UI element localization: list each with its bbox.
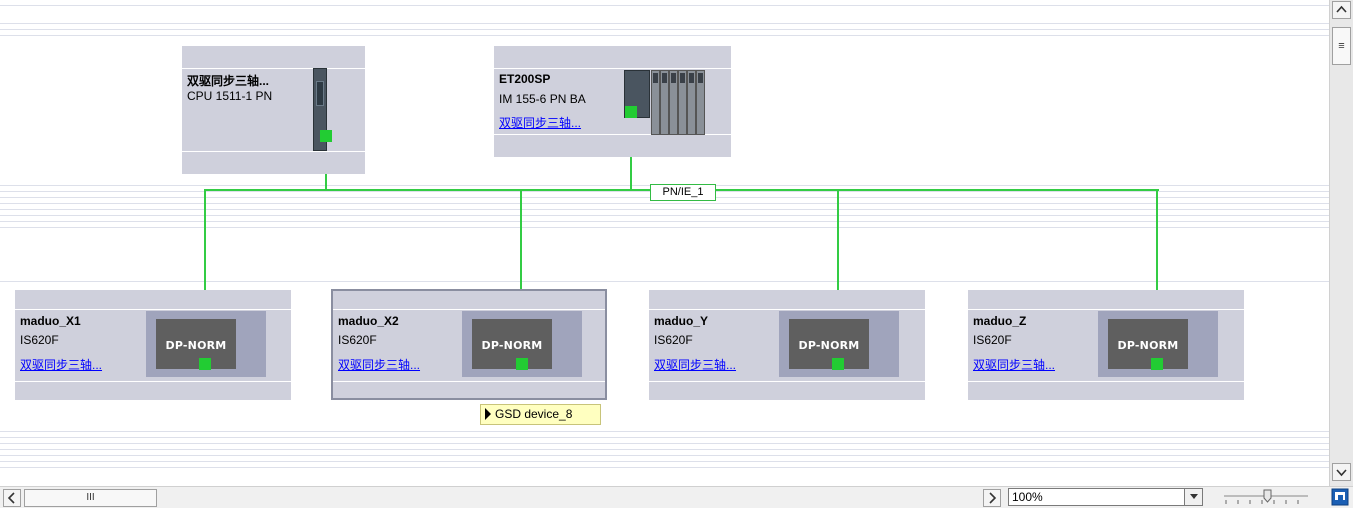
drive-device[interactable]: maduo_X1 IS620F 双驱同步三轴... DP-NORM [15,290,291,400]
io-module-icon [669,70,678,135]
drive-module[interactable]: DP-NORM [779,311,899,377]
overview-navigation-icon[interactable] [1331,488,1349,506]
drive-controller-link[interactable]: 双驱同步三轴... [338,356,420,373]
drive-name: maduo_Y [654,314,709,328]
canvas-background [0,470,1329,486]
et200-profinet-port[interactable] [625,106,637,118]
tooltip-text: GSD device_8 [495,407,573,421]
et200-name: ET200SP [499,72,551,86]
horizontal-scroll-thumb[interactable]: III [24,489,157,507]
module-label: DP-NORM [798,339,860,352]
zoom-level-select[interactable]: 100% [1008,488,1203,506]
module-label: DP-NORM [1117,339,1179,352]
drive-module[interactable]: DP-NORM [462,311,582,377]
expand-arrow-icon [485,408,491,420]
divider [182,151,365,152]
zoom-slider-thumb [1263,489,1272,503]
plc-name: 双驱同步三轴... [187,74,270,88]
divider [333,381,605,382]
divider [182,68,365,69]
module-label: DP-NORM [165,339,227,352]
divider [15,381,291,382]
et200-controller-link[interactable]: 双驱同步三轴... [499,114,581,131]
io-module-icon [678,70,687,135]
io-module-icon [696,70,705,135]
drive-profinet-port[interactable] [1151,358,1163,370]
drive-module[interactable]: DP-NORM [146,311,266,377]
module-label: DP-NORM [481,339,543,352]
drive-model: IS620F [973,333,1012,347]
divider [649,309,925,310]
drive-profinet-port[interactable] [832,358,844,370]
drive-controller-link[interactable]: 双驱同步三轴... [654,356,736,373]
vertical-scroll-thumb[interactable]: ≡ [1332,27,1351,65]
plc-profinet-port[interactable] [320,130,332,142]
io-module-icon [660,70,669,135]
zoom-value: 100% [1012,490,1043,504]
drive-device[interactable]: maduo_Z IS620F 双驱同步三轴... DP-NORM [968,290,1244,400]
chevron-up-icon[interactable] [1332,1,1351,19]
drive-profinet-port[interactable] [516,358,528,370]
divider [494,68,731,69]
et200sp-device[interactable]: ET200SP IM 155-6 PN BA 双驱同步三轴... [494,46,731,157]
chevron-left-icon[interactable] [3,489,21,507]
divider [649,381,925,382]
drive-model: IS620F [654,333,693,347]
drive-module[interactable]: DP-NORM [1098,311,1218,377]
io-module-icon [687,70,696,135]
drive-profinet-port[interactable] [199,358,211,370]
drive-device[interactable]: maduo_Y IS620F 双驱同步三轴... DP-NORM [649,290,925,400]
dropdown-arrow-icon[interactable] [1184,489,1202,505]
io-module-icon [651,70,660,135]
canvas-background [0,8,1329,20]
drive-model: IS620F [338,333,377,347]
drive-name: maduo_X2 [338,314,399,328]
drive-controller-link[interactable]: 双驱同步三轴... [20,356,102,373]
drive-device[interactable]: maduo_X2 IS620F 双驱同步三轴... DP-NORM [331,289,607,400]
divider [15,309,291,310]
zoom-slider[interactable] [1222,488,1312,506]
drive-name: maduo_X1 [20,314,81,328]
et200-model: IM 155-6 PN BA [499,92,586,106]
network-label[interactable]: PN/IE_1 [650,184,716,201]
vertical-scrollbar[interactable]: ≡ [1329,0,1353,486]
divider [968,309,1244,310]
network-view-canvas[interactable]: PN/IE_1 双驱同步三轴... CPU 1511-1 PN ET200SP … [0,0,1329,486]
drive-model: IS620F [20,333,59,347]
chevron-right-icon[interactable] [983,489,1001,507]
drive-name: maduo_Z [973,314,1027,328]
device-tooltip: GSD device_8 [480,404,601,425]
divider [968,381,1244,382]
chevron-down-icon[interactable] [1332,463,1351,481]
canvas-background [0,232,1329,280]
divider [333,309,605,310]
plc-device[interactable]: 双驱同步三轴... CPU 1511-1 PN [182,46,365,174]
drive-controller-link[interactable]: 双驱同步三轴... [973,356,1055,373]
plc-model: CPU 1511-1 PN [187,89,273,103]
